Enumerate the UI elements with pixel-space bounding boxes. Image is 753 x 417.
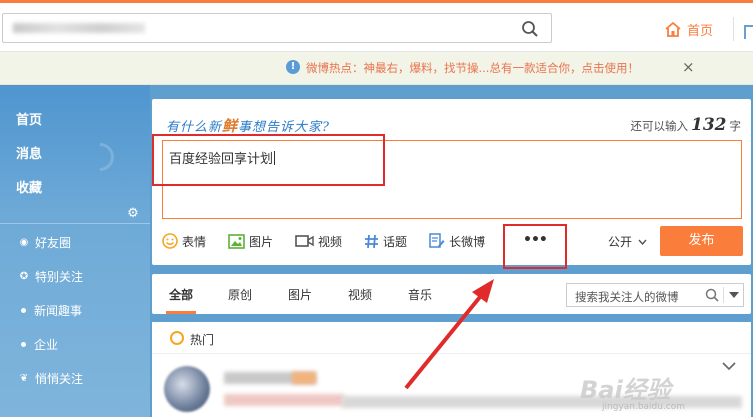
search-icon[interactable] xyxy=(705,288,719,302)
compose-card: 有什么新鲜事想告诉大家? 还可以输入 132 字 百度经验回享计划 表情 图片 视频 xyxy=(152,99,751,269)
circle-dot-icon: ◉ xyxy=(19,237,29,248)
avatar[interactable] xyxy=(164,366,210,412)
image-button[interactable]: 图片 xyxy=(228,233,273,250)
tab-images[interactable]: 图片 xyxy=(288,286,312,303)
sidebar-item-news[interactable]: 新闻趣事 xyxy=(18,302,82,319)
emoji-button[interactable]: 表情 xyxy=(162,233,206,250)
blurred-search-text xyxy=(13,23,145,33)
feed-search-input[interactable]: 搜索我关注人的微博 xyxy=(566,283,744,307)
tool-label: 话题 xyxy=(383,234,408,249)
hashtag-icon xyxy=(365,234,379,248)
chevron-down-icon xyxy=(638,239,647,246)
sidebar-item-label: 特别关注 xyxy=(35,270,84,284)
tab-original[interactable]: 原创 xyxy=(228,286,252,303)
star-circle-icon: ✪ xyxy=(19,271,29,282)
watermark-url: jingyan.baidu.com xyxy=(602,402,686,412)
sidebar-item-secret-follow[interactable]: ❦ 悄悄关注 xyxy=(18,370,83,387)
leaf-icon: ❦ xyxy=(19,373,29,384)
document-pen-icon xyxy=(429,233,445,248)
close-icon[interactable]: × xyxy=(682,58,695,76)
tool-label: 视频 xyxy=(318,234,343,249)
tool-label: 长微博 xyxy=(449,234,486,249)
privacy-dropdown[interactable]: 公开 xyxy=(608,233,647,250)
char-limit: 还可以输入 132 字 xyxy=(630,115,742,135)
partial-icon[interactable] xyxy=(744,25,753,39)
video-icon xyxy=(295,235,314,247)
image-icon xyxy=(228,233,245,249)
sidebar-item-special-follow[interactable]: ✪ 特别关注 xyxy=(18,268,83,285)
bullet-icon xyxy=(21,308,26,313)
sidebar-item-label: 悄悄关注 xyxy=(35,372,84,386)
home-label: 首页 xyxy=(687,23,714,39)
publish-button[interactable]: 发布 xyxy=(660,226,743,256)
tab-videos[interactable]: 视频 xyxy=(348,286,372,303)
global-search-input[interactable] xyxy=(2,13,552,43)
chevron-down-icon[interactable] xyxy=(722,362,736,371)
notice-bar: ! 微博热点：神最右，爆料，找节操...总有一款适合你，点击使用！ × xyxy=(0,52,753,85)
sidebar-item-friends-circle[interactable]: ◉ 好友圈 xyxy=(18,234,71,251)
sidebar-item-home[interactable]: 首页 xyxy=(16,109,42,128)
bulb-icon xyxy=(170,331,184,345)
notice-text[interactable]: 微博热点：神最右，爆料，找节操...总有一款适合你，点击使用！ xyxy=(306,60,639,76)
search-divider xyxy=(723,287,724,303)
left-sidebar: 首页 消息 收藏 ⚙ ◉ 好友圈 ✪ 特别关注 新闻趣事 企业 ❦ 悄悄关注 xyxy=(0,85,150,417)
sidebar-item-enterprise[interactable]: 企业 xyxy=(18,336,58,353)
bullet-icon xyxy=(21,342,26,347)
sidebar-item-label: 新闻趣事 xyxy=(34,304,83,318)
hot-header: 热门 xyxy=(152,322,751,354)
compose-toolbar: 表情 图片 视频 话题 长微博 xyxy=(162,231,507,251)
tool-label: 图片 xyxy=(249,234,274,249)
smile-icon xyxy=(162,233,178,249)
feed-filter-bar: 全部 原创 图片 视频 音乐 搜索我关注人的微博 xyxy=(152,274,751,314)
wifi-deco-icon xyxy=(80,137,120,177)
home-link[interactable]: 首页 xyxy=(664,18,713,40)
watermark-logo: Bai经验 xyxy=(580,376,671,404)
tab-all[interactable]: 全部 xyxy=(169,286,193,303)
annotation-box-input xyxy=(152,134,385,186)
topic-button[interactable]: 话题 xyxy=(364,233,407,250)
info-icon: ! xyxy=(286,60,300,74)
gear-icon[interactable]: ⚙ xyxy=(126,207,140,221)
sidebar-item-label: 企业 xyxy=(34,338,59,352)
privacy-label: 公开 xyxy=(608,235,633,249)
hot-label: 热门 xyxy=(190,333,215,347)
compose-prompt: 有什么新鲜事想告诉大家? xyxy=(166,117,331,135)
sidebar-item-favorites[interactable]: 收藏 xyxy=(16,177,42,196)
dropdown-arrow-icon[interactable] xyxy=(729,292,739,298)
tool-label: 表情 xyxy=(182,234,207,249)
active-tab-indicator xyxy=(166,311,196,314)
search-icon[interactable] xyxy=(521,20,539,38)
sidebar-divider xyxy=(0,223,150,224)
search-placeholder: 搜索我关注人的微博 xyxy=(575,290,679,304)
blurred-badge xyxy=(292,372,316,384)
sidebar-item-messages[interactable]: 消息 xyxy=(16,143,42,162)
tab-music[interactable]: 音乐 xyxy=(408,286,432,303)
home-icon xyxy=(665,21,681,37)
annotation-box-more xyxy=(503,224,567,269)
blurred-meta xyxy=(224,394,344,406)
topbar-divider xyxy=(733,17,734,41)
sidebar-item-label: 好友圈 xyxy=(35,236,72,250)
video-button[interactable]: 视频 xyxy=(295,233,342,250)
top-bar: 首页 xyxy=(0,0,753,52)
long-post-button[interactable]: 长微博 xyxy=(429,233,485,250)
